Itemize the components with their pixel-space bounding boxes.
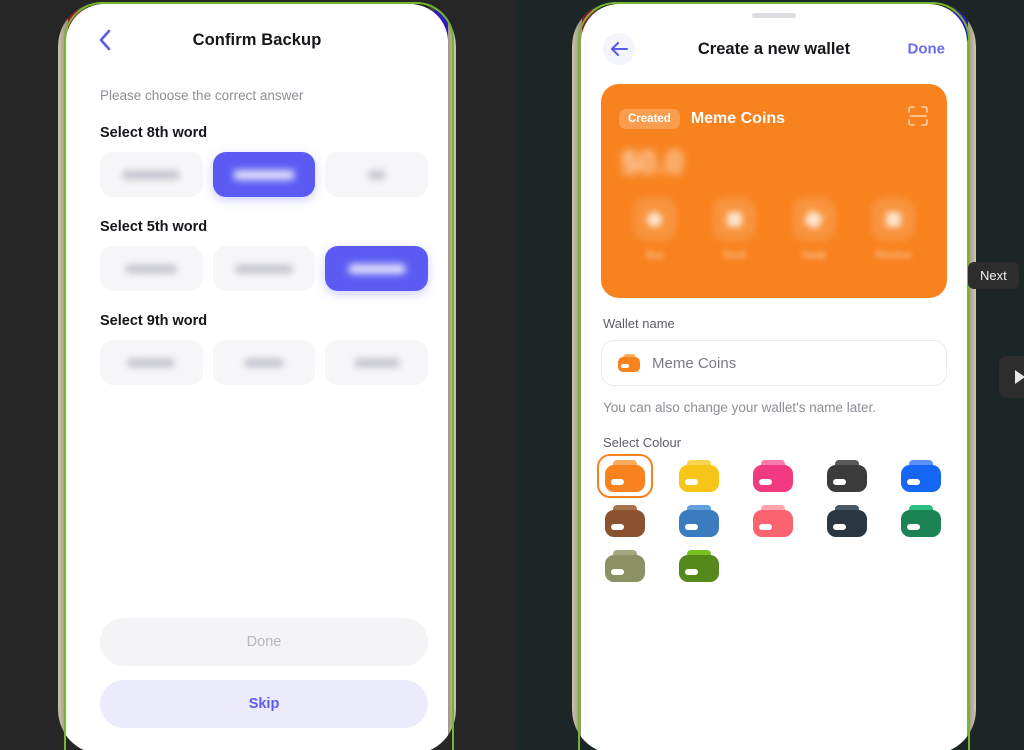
word-option-1-1[interactable] [100,152,203,197]
word-group-label-1: Select 8th word [100,125,208,141]
wallet-action-label: Send [722,250,746,261]
word-option-2-2[interactable] [212,246,316,291]
colour-swatch-yellow[interactable] [675,458,723,494]
wallet-card-top-row: Created Meme Coins [601,84,947,132]
blurred-word-text [244,357,284,368]
scan-icon[interactable] [907,105,929,132]
wallet-preview-card: Created Meme Coins $0.0 Buy Send Swap Re… [601,84,947,298]
wallet-name-input[interactable]: Meme Coins [601,340,947,386]
word-option-1-2[interactable] [212,152,316,197]
colour-swatch-olive-green[interactable] [675,548,723,584]
word-option-3-2[interactable] [212,340,316,385]
wallet-action-label: Buy [646,250,664,261]
colour-swatch-sage[interactable] [601,548,649,584]
left-phone-mockup: Confirm Backup Please choose the correct… [58,2,456,750]
arrow-up-icon [712,197,757,241]
wallet-icon [679,505,719,537]
done-link[interactable]: Done [908,41,946,58]
select-colour-label: Select Colour [603,435,682,450]
plus-circle-icon [632,197,677,241]
skip-button[interactable]: Skip [100,680,428,728]
swap-icon [791,197,836,241]
word-option-3-3[interactable] [325,340,429,385]
wallet-card-name: Meme Coins [690,109,786,127]
word-option-3-1[interactable] [100,340,203,385]
chevron-left-icon[interactable] [92,27,118,53]
confirm-backup-header: Confirm Backup [66,4,448,76]
wallet-icon [618,354,640,372]
wallet-action-buy[interactable]: Buy [615,197,695,261]
blurred-word-text [122,169,181,180]
wallet-action-label: Swap [801,250,827,261]
blurred-word-text [347,263,406,274]
wallet-action-send[interactable]: Send [695,197,775,261]
wallet-icon [753,505,793,537]
wallet-action-label: Receive [875,250,912,261]
confirm-backup-footer: Done Skip [100,618,428,728]
colour-swatch-charcoal[interactable] [823,458,871,494]
word-option-2-1[interactable] [100,246,203,291]
wallet-icon [827,505,867,537]
word-option-row-2 [100,246,429,291]
colour-swatch-brown[interactable] [601,503,649,539]
wallet-icon [827,460,867,492]
wallet-action-swap[interactable]: Swap [774,197,854,261]
next-button[interactable] [999,356,1024,398]
colour-swatch-orange[interactable] [597,454,653,498]
create-wallet-screen: Create a new wallet Done Created Meme Co… [581,4,967,750]
wallet-name-value: Meme Coins [652,354,737,372]
wallet-icon [679,460,719,492]
blurred-word-text [367,169,386,180]
wallet-icon [753,460,793,492]
arrow-down-icon [871,197,916,241]
wallet-name-helper-text: You can also change your wallet's name l… [603,400,876,415]
right-phone-screen: Create a new wallet Done Created Meme Co… [581,4,967,750]
blurred-word-text [127,357,176,368]
word-group-label-2: Select 5th word [100,219,208,235]
wallet-balance: $0.0 [621,144,684,180]
word-group-label-3: Select 9th word [100,313,208,329]
page-title: Create a new wallet [697,39,851,58]
word-option-row-1 [100,152,429,197]
blurred-word-text [233,169,295,180]
colour-swatch-blue[interactable] [897,458,945,494]
wallet-icon [901,460,941,492]
next-tooltip: Next [968,262,1019,289]
word-option-2-3[interactable] [325,246,429,291]
blurred-word-text [125,263,178,274]
instruction-text: Please choose the correct answer [100,88,304,103]
wallet-icon [679,550,719,582]
word-option-1-3[interactable] [325,152,429,197]
wallet-action-receive[interactable]: Receive [854,197,934,261]
wallet-icon [605,505,645,537]
colour-swatch-green[interactable] [897,503,945,539]
colour-swatch-steel-blue[interactable] [675,503,723,539]
done-button[interactable]: Done [100,618,428,666]
wallet-icon [901,505,941,537]
create-wallet-header: Create a new wallet Done [581,18,967,80]
colour-swatch-grid [597,454,967,584]
wallet-icon [605,550,645,582]
colour-swatch-coral[interactable] [749,503,797,539]
play-triangle-icon [1015,370,1024,384]
page-title: Confirm Backup [192,30,322,49]
status-badge: Created [619,108,680,129]
blurred-word-text [353,357,400,368]
wallet-icon [605,460,645,492]
blurred-word-text [235,263,293,274]
right-phone-mockup: Create a new wallet Done Created Meme Co… [572,2,976,750]
word-option-row-3 [100,340,429,385]
arrow-left-icon[interactable] [603,33,635,65]
confirm-backup-screen: Confirm Backup Please choose the correct… [66,4,448,750]
colour-swatch-pink[interactable] [749,458,797,494]
colour-swatch-slate[interactable] [823,503,871,539]
screenshot-stage: Confirm Backup Please choose the correct… [0,0,1024,750]
wallet-action-row: Buy Send Swap Receive [615,197,933,261]
wallet-name-label: Wallet name [603,316,675,331]
left-phone-screen: Confirm Backup Please choose the correct… [66,4,448,750]
